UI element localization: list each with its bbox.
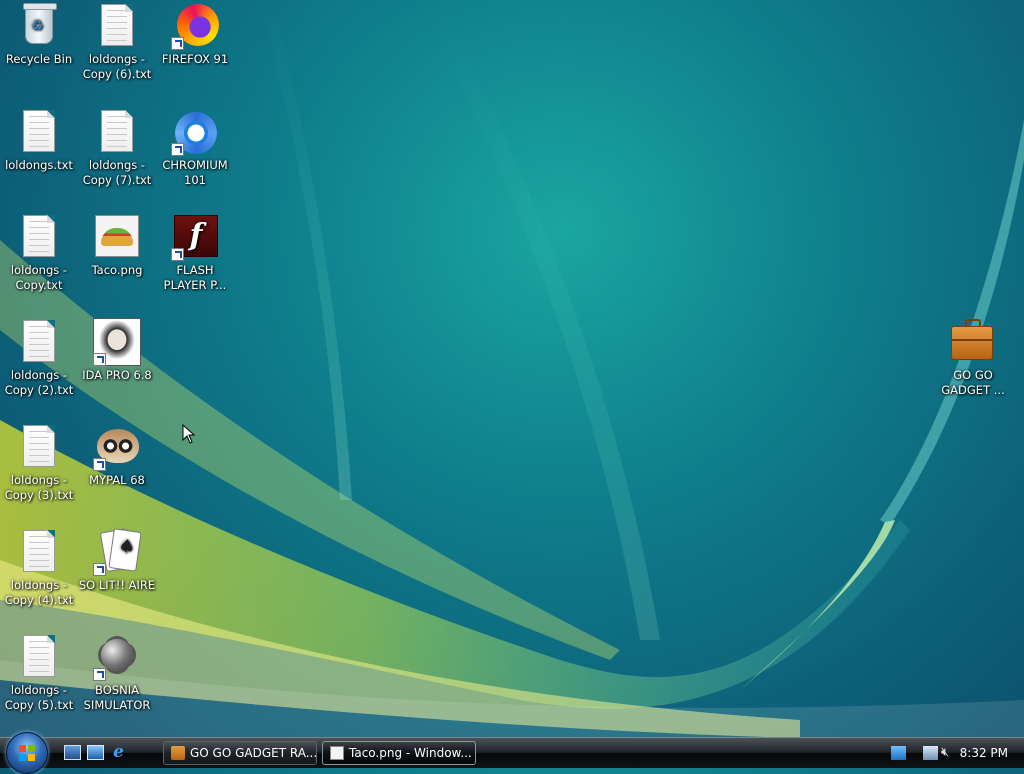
taskbar-button-go-go-gadget[interactable]: GO GO GADGET RA... [163,741,317,765]
text-file-icon-item[interactable]: loldongs.txt [0,108,78,173]
flash-player-shortcut[interactable]: f FLASH PLAYER P... [156,213,234,293]
icon-label: loldongs - Copy (2).txt [4,368,74,397]
text-file-icon-item[interactable]: loldongs - Copy (3).txt [0,423,78,503]
network-connection-icon[interactable] [923,746,938,760]
text-file-icon-item[interactable]: loldongs - Copy (2).txt [0,318,78,398]
firefox-shortcut[interactable]: FIREFOX 91 [156,2,234,67]
icon-label: loldongs - Copy (3).txt [4,473,74,502]
spade-card-icon [108,528,142,572]
text-file-icon [23,215,55,257]
icon-label: loldongs - Copy (4).txt [4,578,74,607]
go-go-gadget-icon-item[interactable]: GO GO GADGET ... [934,318,1012,398]
icon-label: SO LIT!! AIRE [78,578,156,592]
recycle-bin-icon-item[interactable]: Recycle Bin [0,2,78,67]
shortcut-arrow-icon [171,143,184,156]
taskbar-button-label: GO GO GADGET RA... [190,746,317,760]
icon-label: MYPAL 68 [89,473,145,487]
icon-label: IDA PRO 6.8 [82,368,152,382]
text-file-icon [23,530,55,572]
icon-label: FIREFOX 91 [161,52,229,66]
switch-windows-icon[interactable] [87,745,104,760]
taco-image-icon-item[interactable]: Taco.png [78,213,156,278]
icon-label: loldongs - Copy (5).txt [4,683,74,712]
mine-icon [101,639,133,671]
taskbar: e GO GO GADGET RA... Taco.png - Window..… [0,732,1024,774]
shortcut-arrow-icon [171,248,184,261]
internet-explorer-icon[interactable]: e [110,744,127,761]
icon-label: loldongs - Copy (7).txt [82,158,152,187]
icon-label: FLASH PLAYER P... [163,263,227,292]
icon-label: BOSNIA SIMULATOR [83,683,151,712]
recycle-bin-icon [23,3,57,44]
mouse-cursor-icon [182,424,196,444]
icon-label: loldongs - Copy.txt [10,263,68,292]
shortcut-arrow-icon [93,353,106,366]
network-status-icon[interactable] [891,746,906,760]
text-file-icon-item[interactable]: loldongs - Copy (6).txt [78,2,156,82]
bosnia-simulator-shortcut[interactable]: BOSNIA SIMULATOR [78,633,156,713]
taco-image-icon [95,215,139,257]
image-viewer-icon [330,746,344,760]
volume-muted-icon[interactable]: 🔇︎ [941,746,956,760]
text-file-icon-item[interactable]: loldongs - Copy.txt [0,213,78,293]
text-file-icon-item[interactable]: loldongs - Copy (5).txt [0,633,78,713]
system-tray: 🔇︎ 8:32 PM [886,738,1024,768]
text-file-icon [23,425,55,467]
icon-label: loldongs - Copy (6).txt [82,52,152,81]
clock[interactable]: 8:32 PM [960,738,1008,768]
text-file-icon [101,4,133,46]
show-desktop-icon[interactable] [64,745,81,760]
windows-logo-icon [19,745,35,761]
text-file-icon [101,110,133,152]
briefcase-icon [171,746,185,760]
text-file-icon-item[interactable]: loldongs - Copy (4).txt [0,528,78,608]
text-file-icon-item[interactable]: loldongs - Copy (7).txt [78,108,156,188]
mypal-shortcut[interactable]: MYPAL 68 [78,423,156,488]
ida-pro-shortcut[interactable]: IDA PRO 6.8 [78,318,156,383]
icon-label: Taco.png [91,263,143,277]
icon-label: loldongs.txt [5,158,73,172]
taskbar-button-taco-viewer[interactable]: Taco.png - Window... [322,741,476,765]
icon-label: GO GO GADGET ... [941,368,1005,397]
shortcut-arrow-icon [93,458,106,471]
icon-label: Recycle Bin [5,52,73,66]
icon-label: CHROMIUM 101 [162,158,228,187]
text-file-icon [23,320,55,362]
shortcut-arrow-icon [171,37,184,50]
taskbar-button-label: Taco.png - Window... [349,746,472,760]
briefcase-icon [951,319,993,360]
chromium-shortcut[interactable]: CHROMIUM 101 [156,108,234,188]
text-file-icon [23,110,55,152]
shortcut-arrow-icon [93,563,106,576]
solitaire-shortcut[interactable]: SO LIT!! AIRE [78,527,156,593]
text-file-icon [23,635,55,677]
shortcut-arrow-icon [93,668,106,681]
